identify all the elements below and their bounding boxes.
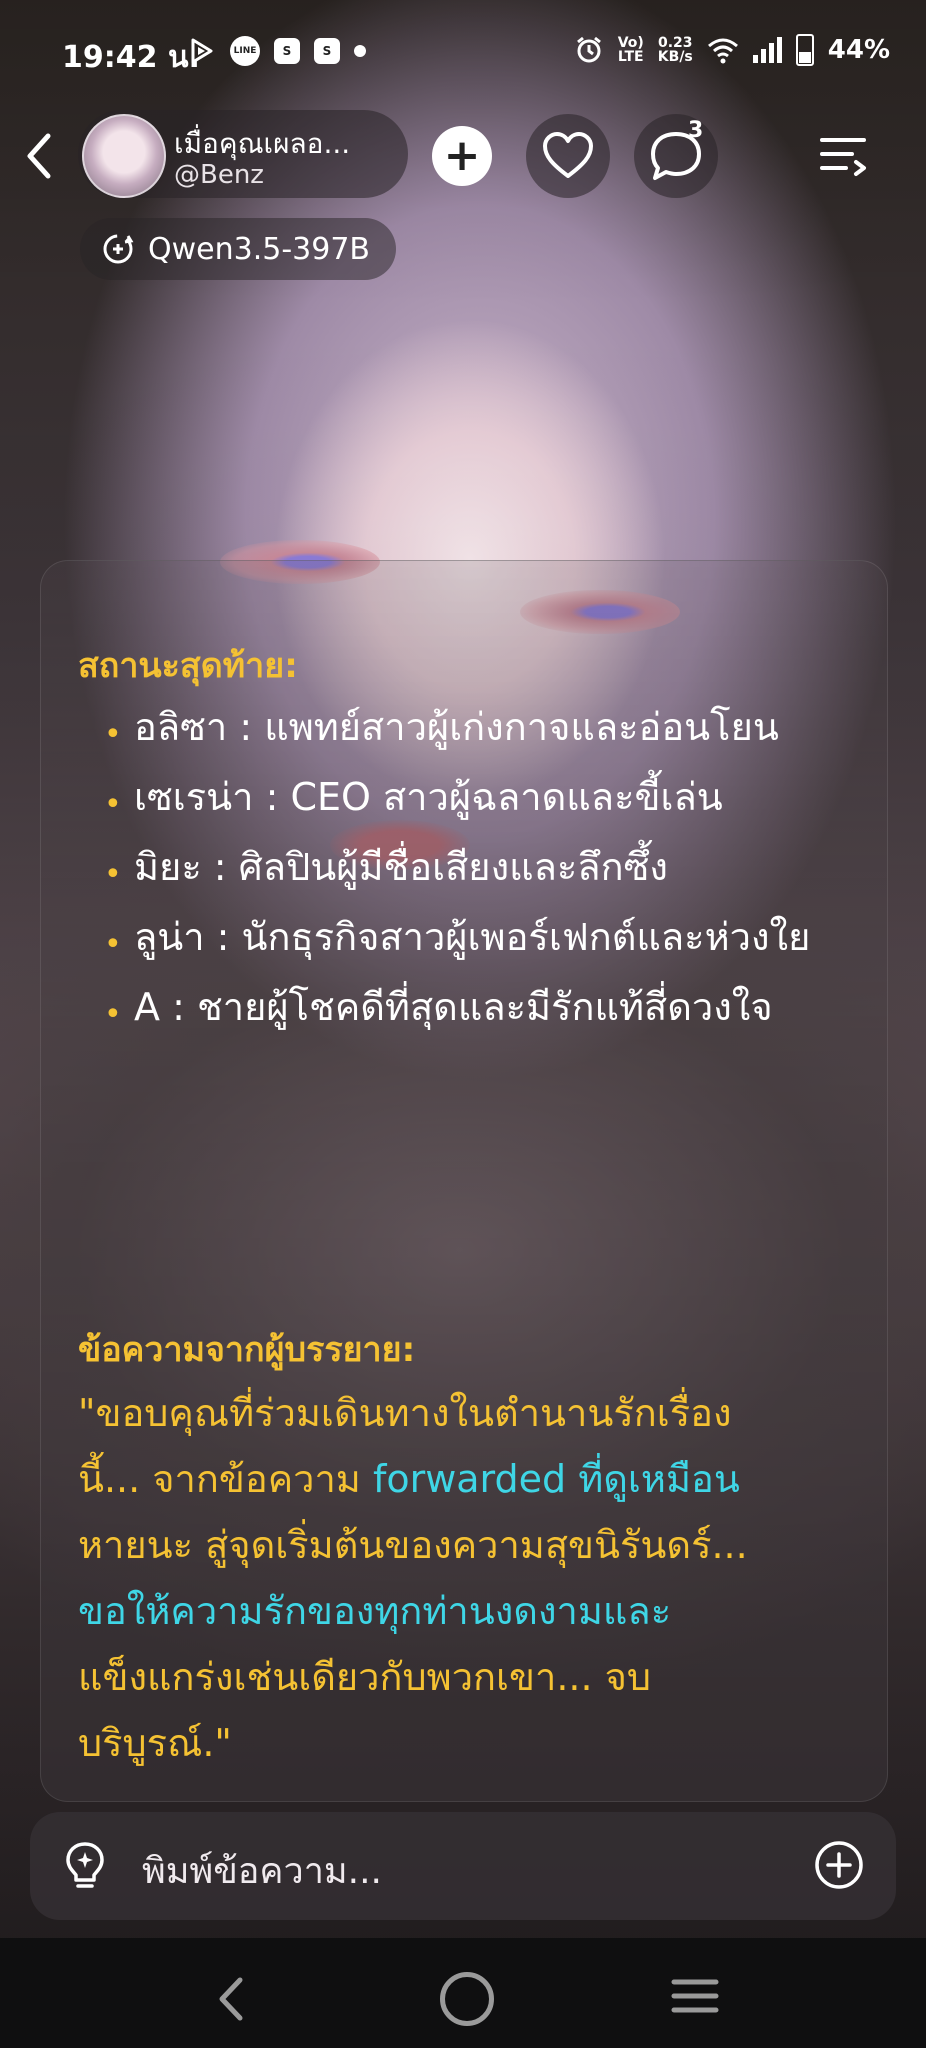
net-speed-value: 0.23 — [658, 35, 693, 51]
alarm-icon — [576, 36, 601, 63]
list-item-text: เซเรน่า : CEO สาวผู้ฉลาดและขี้เล่น — [134, 775, 723, 819]
message-input[interactable]: พิมพ์ข้อความ... — [142, 1842, 382, 1899]
like-button[interactable] — [526, 114, 610, 198]
narrator-line: บริบูรณ์." — [78, 1710, 858, 1776]
final-status-title: สถานะสุดท้าย: — [78, 646, 298, 686]
profile-pill[interactable]: เมื่อคุณเผลอ... @Benz — [78, 110, 408, 198]
nav-recents-icon[interactable] — [670, 1976, 720, 2016]
avatar[interactable] — [82, 114, 166, 198]
battery-percent: 44% — [827, 35, 890, 65]
heart-icon — [543, 132, 593, 178]
list-item: • เซเรน่า : CEO สาวผู้ฉลาดและขี้เล่น — [104, 775, 723, 822]
signal-icon — [752, 37, 782, 63]
narrator-text: forwarded ที่ดูเหมือน — [372, 1457, 740, 1501]
narrator-line: ขอให้ความรักของทุกท่านงดงามและ — [78, 1578, 858, 1644]
message-composer[interactable]: พิมพ์ข้อความ... — [30, 1812, 896, 1920]
plus-icon: + — [443, 130, 481, 181]
list-item-text: ลูน่า : นักธุรกิจสาวผู้เพอร์เฟกต์และห่วง… — [134, 915, 811, 959]
nav-back-icon[interactable] — [212, 1974, 252, 2024]
narrator-text: "ขอบคุณที่ร่วมเดินทางในตำนานรักเรื่อง — [78, 1391, 732, 1435]
list-item: • A : ชายผู้โชคดีที่สุดและมีรักแท้สี่ดวงใ… — [104, 985, 773, 1032]
line-icon-label: LINE — [233, 46, 257, 56]
narrator-line: แข็งแกร่งเช่นเดียวกับพวกเขา... จบ — [78, 1644, 858, 1710]
narrator-text: แข็งแกร่งเช่นเดียวกับพวกเขา... จบ — [78, 1655, 652, 1699]
attach-plus-icon[interactable] — [814, 1840, 864, 1890]
idea-bulb-icon[interactable] — [62, 1840, 108, 1892]
model-swap-icon — [103, 234, 134, 264]
wifi-icon — [707, 38, 738, 64]
shopee-icon: S — [314, 38, 340, 64]
dot-icon — [354, 45, 366, 57]
net-speed-unit: KB/s — [657, 49, 693, 65]
battery-icon — [795, 34, 814, 66]
narrator-text: ขอให้ความรักของทุกท่านงดงามและ — [78, 1589, 672, 1633]
play-icon — [191, 38, 213, 64]
net-speed: 0.23 KB/s — [658, 36, 693, 64]
line-icon: LINE — [230, 36, 260, 66]
comments-badge: 3 — [688, 118, 704, 143]
narrator-text: บริบูรณ์." — [78, 1721, 232, 1765]
list-item: • ลูน่า : นักธุรกิจสาวผู้เพอร์เฟกต์และห่ว… — [104, 915, 811, 962]
narrator-message: "ขอบคุณที่ร่วมเดินทางในตำนานรักเรื่อง นี… — [78, 1380, 858, 1776]
model-selector[interactable]: Qwen3.5-397B — [80, 218, 396, 280]
narrator-text: หายนะ สู่จุดเริ่มต้นของความสุขนิรันดร์..… — [78, 1523, 748, 1567]
nav-home-icon[interactable] — [440, 1972, 494, 2026]
list-item: • อลิซา : แพทย์สาวผู้เก่งกาจและอ่อนโยน — [104, 705, 779, 752]
shopee-icon: S — [274, 38, 300, 64]
list-item-text: มิยะ : ศิลปินผู้มีชื่อเสียงและลึกซึ้ง — [134, 845, 668, 889]
list-item-text: A : ชายผู้โชคดีที่สุดและมีรักแท้สี่ดวงใจ — [134, 985, 773, 1029]
narrator-line: นี้... จากข้อความ forwarded ที่ดูเหมือน — [78, 1446, 858, 1512]
list-item: • มิยะ : ศิลปินผู้มีชื่อเสียงและลึกซึ้ง — [104, 845, 668, 892]
follow-button[interactable]: + — [432, 126, 492, 186]
list-item-text: อลิซา : แพทย์สาวผู้เก่งกาจและอ่อนโยน — [134, 705, 779, 749]
narrator-line: "ขอบคุณที่ร่วมเดินทางในตำนานรักเรื่อง — [78, 1380, 858, 1446]
profile-handle: @Benz — [174, 160, 264, 190]
narrator-title: ข้อความจากผู้บรรยาย: — [78, 1330, 416, 1370]
status-time: 19:42 น. — [62, 40, 200, 75]
status-right: Vo) LTE 0.23 KB/s 44% — [574, 34, 890, 66]
back-button[interactable] — [18, 128, 62, 184]
volte-indicator: Vo) LTE — [617, 35, 644, 65]
menu-button[interactable] — [818, 130, 868, 180]
narrator-text: นี้... จากข้อความ — [78, 1457, 373, 1501]
notification-icons: LINE S S — [186, 36, 366, 66]
system-nav-bar — [0, 1938, 926, 2048]
model-name: Qwen3.5-397B — [148, 231, 370, 267]
status-bar: 19:42 น. LINE S S Vo) LTE 0.23 KB/s 44% — [0, 0, 926, 104]
narrator-line: หายนะ สู่จุดเริ่มต้นของความสุขนิรันดร์..… — [78, 1512, 858, 1578]
comments-button[interactable] — [634, 114, 718, 198]
final-status-list: • อลิซา : แพทย์สาวผู้เก่งกาจและอ่อนโยน • เ… — [104, 694, 824, 1044]
